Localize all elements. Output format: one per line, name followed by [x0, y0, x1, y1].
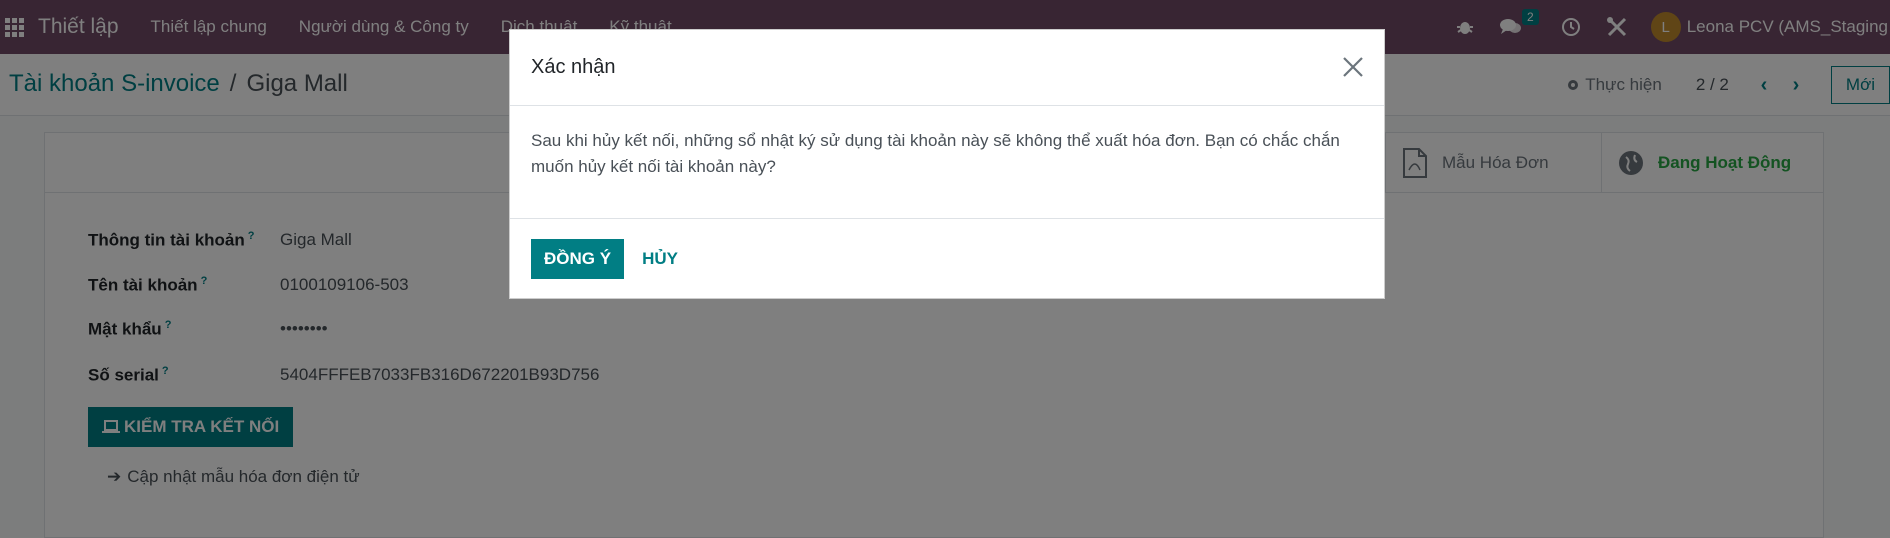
- dialog-header: Xác nhận: [510, 30, 1384, 106]
- close-icon[interactable]: [1340, 54, 1366, 80]
- confirm-dialog: Xác nhận Sau khi hủy kết nối, những sổ n…: [509, 29, 1385, 299]
- dialog-title: Xác nhận: [531, 56, 616, 78]
- dialog-message: Sau khi hủy kết nối, những sổ nhật ký sử…: [510, 106, 1384, 219]
- confirm-button[interactable]: ĐỒNG Ý: [531, 239, 625, 279]
- dialog-footer: ĐỒNG Ý HỦY: [510, 219, 1384, 299]
- cancel-button[interactable]: HỦY: [642, 249, 678, 269]
